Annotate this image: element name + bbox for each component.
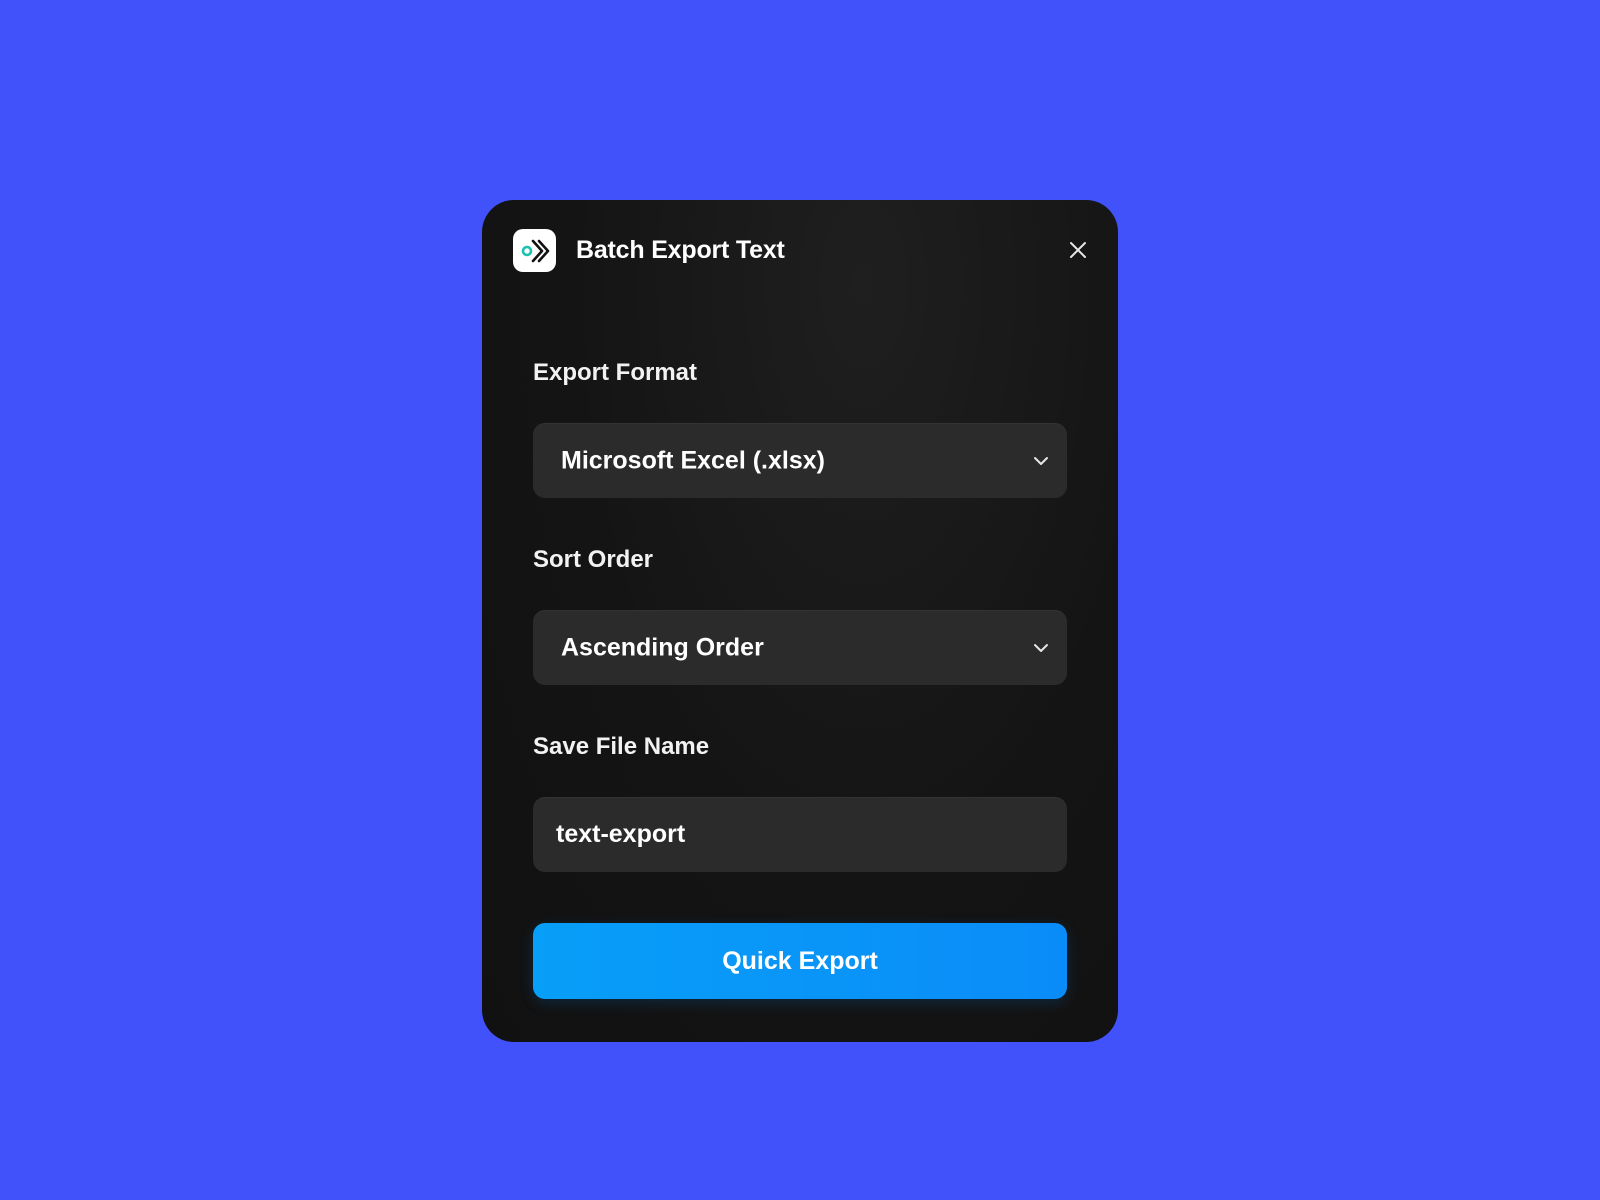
- chevron-down-icon: [1031, 638, 1051, 658]
- sort-order-value: Ascending Order: [561, 633, 764, 661]
- batch-export-dialog: Batch Export Text Export Format Microsof…: [482, 200, 1118, 1042]
- quick-export-button[interactable]: Quick Export: [533, 923, 1067, 999]
- dialog-title: Batch Export Text: [576, 236, 785, 264]
- sort-order-select[interactable]: Ascending Order: [533, 610, 1067, 685]
- file-name-input[interactable]: [533, 797, 1067, 872]
- export-format-label: Export Format: [533, 359, 698, 386]
- export-format-select[interactable]: Microsoft Excel (.xlsx): [533, 423, 1067, 498]
- close-button[interactable]: [1064, 236, 1092, 264]
- file-name-field: [533, 797, 1067, 872]
- sort-order-label: Sort Order: [533, 546, 654, 573]
- file-name-label: Save File Name: [533, 733, 710, 760]
- close-icon: [1070, 242, 1086, 258]
- export-arrow-icon: [513, 229, 556, 272]
- export-format-value: Microsoft Excel (.xlsx): [561, 446, 825, 474]
- chevron-down-icon: [1031, 451, 1051, 471]
